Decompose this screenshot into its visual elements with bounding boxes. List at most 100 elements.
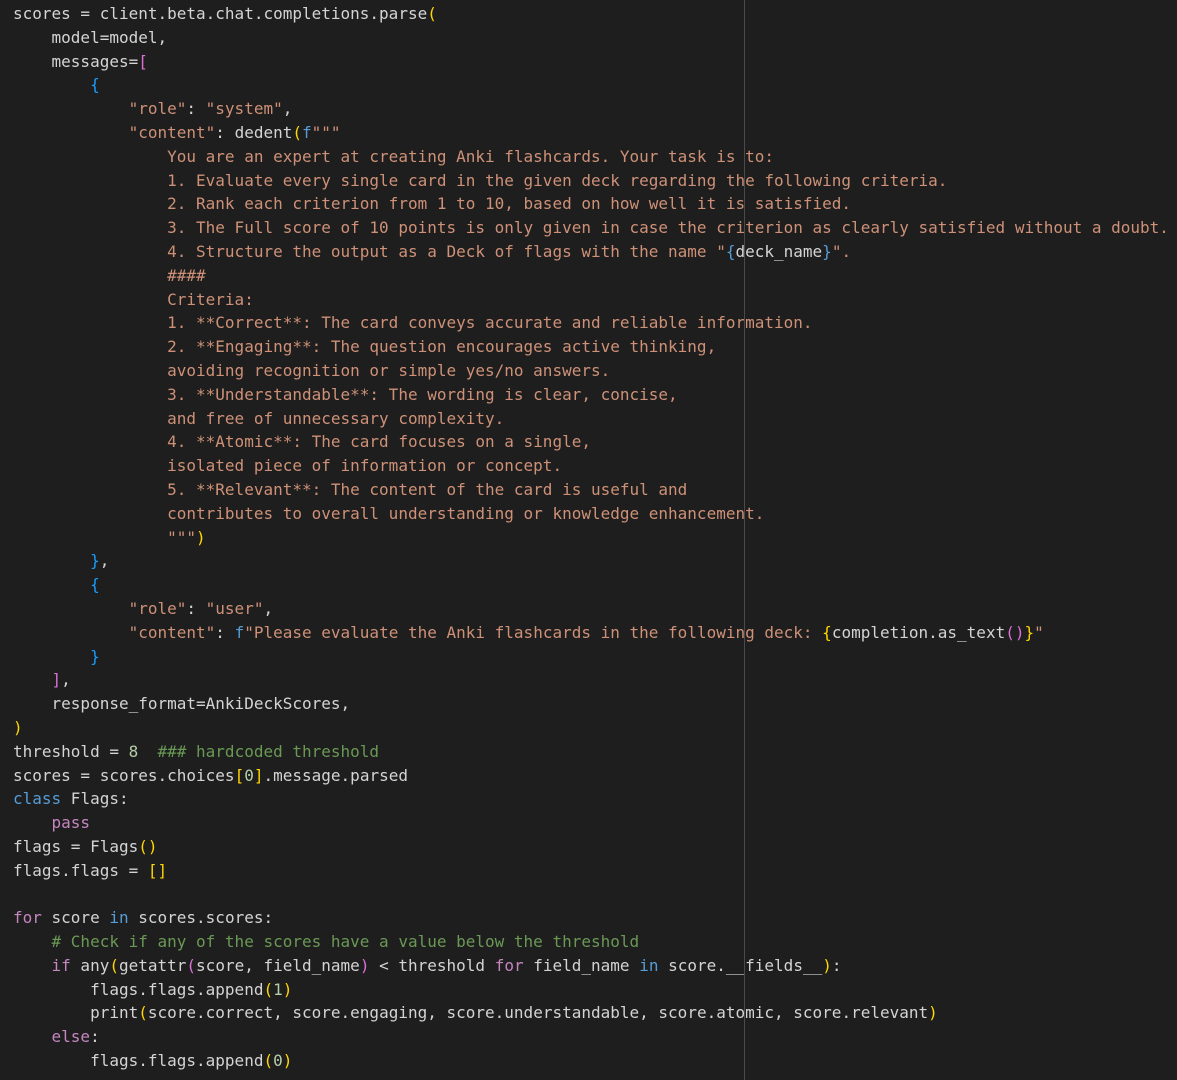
code-line[interactable]: ) xyxy=(13,716,1169,740)
code-token: and free of unnecessary complexity. xyxy=(13,408,505,428)
code-line[interactable]: contributes to overall understanding or … xyxy=(13,502,1169,526)
code-line[interactable]: response_format=AnkiDeckScores, xyxy=(13,692,1169,716)
code-token: ) xyxy=(359,955,370,975)
code-line[interactable]: scores = client.beta.chat.completions.pa… xyxy=(13,2,1169,26)
code-line[interactable]: for score in scores.scores: xyxy=(13,906,1169,930)
code-token: """ xyxy=(311,122,341,142)
code-token: ". xyxy=(831,241,852,261)
code-line[interactable]: } xyxy=(13,645,1169,669)
code-line[interactable]: 2. **Engaging**: The question encourages… xyxy=(13,335,1169,359)
code-line[interactable]: """) xyxy=(13,526,1169,550)
code-token: "system" xyxy=(205,99,283,119)
code-line[interactable]: 1. Evaluate every single card in the giv… xyxy=(13,169,1169,193)
code-token: 3. **Understandable**: The wording is cl… xyxy=(13,384,678,404)
code-token: ( xyxy=(109,955,119,975)
code-line[interactable]: ], xyxy=(13,668,1169,692)
code-line[interactable]: }, xyxy=(13,549,1169,573)
code-token: : xyxy=(186,99,206,119)
code-token: for xyxy=(13,908,42,928)
code-token: } xyxy=(1024,622,1035,642)
code-token: ( xyxy=(138,1003,148,1023)
code-line[interactable]: "content": f"Please evaluate the Anki fl… xyxy=(13,621,1169,645)
code-line[interactable]: scores = scores.choices[0].message.parse… xyxy=(13,764,1169,788)
code-token: 4. **Atomic**: The card focuses on a sin… xyxy=(13,432,591,452)
code-line[interactable]: 4. **Atomic**: The card focuses on a sin… xyxy=(13,430,1169,454)
code-token: 5. **Relevant**: The content of the card… xyxy=(13,479,688,499)
code-token: : xyxy=(90,1027,100,1047)
code-line[interactable]: You are an expert at creating Anki flash… xyxy=(13,145,1169,169)
code-line[interactable]: class Flags: xyxy=(13,787,1169,811)
code-token: () xyxy=(1005,622,1025,642)
code-token: [] xyxy=(147,860,168,880)
code-line[interactable]: 3. The Full score of 10 points is only g… xyxy=(13,216,1169,240)
code-token: score xyxy=(41,908,110,928)
code-line[interactable]: flags = Flags() xyxy=(13,835,1169,859)
code-line[interactable]: 4. Structure the output as a Deck of fla… xyxy=(13,240,1169,264)
code-token: """ xyxy=(13,527,197,547)
code-token: Flags: xyxy=(61,789,129,809)
code-line[interactable]: #### xyxy=(13,264,1169,288)
code-line[interactable]: flags.flags.append(1) xyxy=(13,978,1169,1002)
code-line[interactable]: # Check if any of the scores have a valu… xyxy=(13,930,1169,954)
code-token: scores = scores.choices xyxy=(13,765,235,785)
code-line[interactable]: pass xyxy=(13,811,1169,835)
code-line[interactable]: print(score.correct, score.engaging, sco… xyxy=(13,1001,1169,1025)
code-line[interactable]: isolated piece of information or concept… xyxy=(13,454,1169,478)
code-line[interactable]: threshold = 8 ### hardcoded threshold xyxy=(13,740,1169,764)
code-token: # Check if any of the scores have a valu… xyxy=(51,932,640,952)
code-token: } xyxy=(822,241,832,261)
code-line[interactable]: avoiding recognition or simple yes/no an… xyxy=(13,359,1169,383)
code-token: isolated piece of information or concept… xyxy=(13,456,563,476)
code-token: f xyxy=(302,122,312,142)
code-token: score.correct, score.engaging, score.und… xyxy=(147,1003,929,1023)
code-line[interactable]: 5. **Relevant**: The content of the card… xyxy=(13,478,1169,502)
code-token: 8 xyxy=(128,741,139,761)
code-line[interactable]: model=model, xyxy=(13,26,1169,50)
code-line[interactable]: 1. **Correct**: The card conveys accurat… xyxy=(13,311,1169,335)
code-line[interactable]: "role": "system", xyxy=(13,97,1169,121)
code-line[interactable]: flags.flags.append(0) xyxy=(13,1049,1169,1073)
code-line[interactable]: messages=[ xyxy=(13,50,1169,74)
code-line[interactable]: { xyxy=(13,73,1169,97)
code-token: model=model, xyxy=(13,27,168,47)
code-line[interactable]: and free of unnecessary complexity. xyxy=(13,407,1169,431)
code-token: completion.as_text xyxy=(831,622,1006,642)
code-line[interactable]: 3. **Understandable**: The wording is cl… xyxy=(13,383,1169,407)
code-token: } xyxy=(90,551,100,571)
code-line[interactable]: if any(getattr(score, field_name) < thre… xyxy=(13,954,1169,978)
code-line[interactable]: { xyxy=(13,573,1169,597)
code-token: 4. Structure the output as a Deck of fla… xyxy=(13,241,726,261)
code-line[interactable]: else: xyxy=(13,1025,1169,1049)
code-line[interactable]: 2. Rank each criterion from 1 to 10, bas… xyxy=(13,192,1169,216)
code-token: 2. **Engaging**: The question encourages… xyxy=(13,337,717,357)
code-token: f xyxy=(234,622,245,642)
code-token: You are an expert at creating Anki flash… xyxy=(13,146,774,166)
code-token: messages= xyxy=(13,51,139,71)
code-token: .message.parsed xyxy=(263,765,408,785)
code-line[interactable]: "role": "user", xyxy=(13,597,1169,621)
code-token: in xyxy=(109,908,129,928)
code-token: , xyxy=(282,99,293,119)
code-token: flags.flags.append xyxy=(13,979,264,999)
code-token: field_name xyxy=(523,955,640,975)
code-editor[interactable]: scores = client.beta.chat.completions.pa… xyxy=(13,2,1169,1073)
code-token: [ xyxy=(234,765,245,785)
code-line[interactable]: Criteria: xyxy=(13,288,1169,312)
code-line[interactable] xyxy=(13,882,1169,906)
code-token: : dedent xyxy=(215,122,293,142)
code-token: "Please evaluate the Anki flashcards in … xyxy=(244,622,823,642)
code-token: flags.flags = xyxy=(13,860,148,880)
code-line[interactable]: flags.flags = [] xyxy=(13,859,1169,883)
code-token: score.__fields__ xyxy=(658,955,823,975)
code-token: { xyxy=(90,575,100,595)
code-token: ) xyxy=(282,979,293,999)
code-token: ( xyxy=(263,1051,274,1071)
code-line[interactable]: "content": dedent(f""" xyxy=(13,121,1169,145)
code-token: 1. **Correct**: The card conveys accurat… xyxy=(13,313,813,333)
